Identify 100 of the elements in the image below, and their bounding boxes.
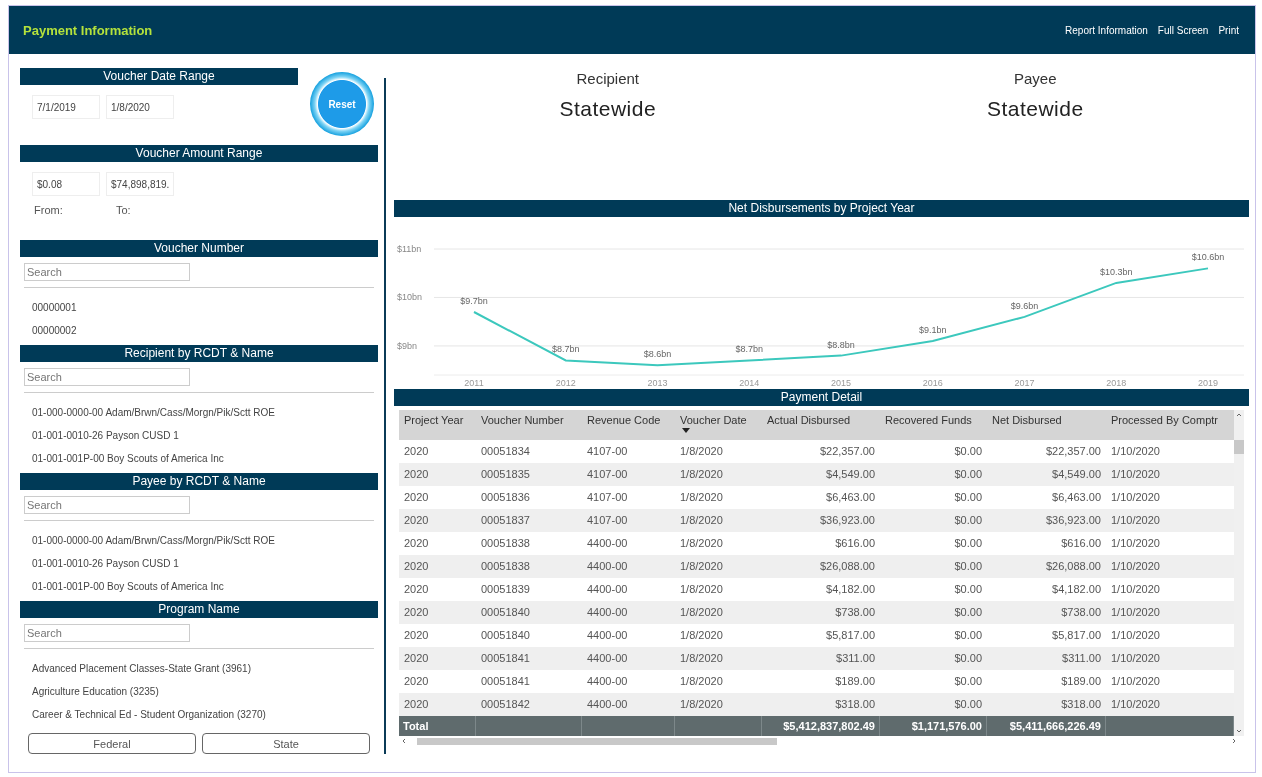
- table-cell-text: 1/8/2020: [679, 651, 724, 666]
- amount-field[interactable]: $0.08: [32, 172, 100, 196]
- list-item[interactable]: 01-001-0010-26 Payson CUSD 1: [32, 552, 378, 575]
- card-label: Payee: [1013, 70, 1057, 87]
- column-header[interactable]: Net Disbursed: [987, 410, 1106, 440]
- card-value: Statewide: [986, 97, 1084, 121]
- column-header[interactable]: Actual Disbursed: [762, 410, 880, 440]
- table-cell-text: $189.00: [834, 674, 876, 689]
- list-item[interactable]: 01-001-001P-00 Boy Scouts of America Inc: [32, 575, 378, 598]
- table-cell-text: 1/8/2020: [679, 674, 724, 689]
- column-header[interactable]: Recovered Funds: [880, 410, 987, 440]
- table-cell-text: 4400-00: [586, 559, 629, 574]
- table-cell-text: 1/8/2020: [679, 559, 724, 574]
- column-header[interactable]: Project Year: [399, 410, 476, 440]
- column-header[interactable]: Revenue Code: [582, 410, 675, 440]
- axis-label: 2016: [922, 378, 943, 388]
- table-cell-text: $311.00: [835, 651, 876, 666]
- table-cell-text: 1/10/2020: [1110, 444, 1161, 459]
- table-cell-text: 4400-00: [586, 536, 629, 551]
- data-label: $8.6bn: [643, 349, 672, 360]
- data-label: $10.3bn: [1100, 266, 1133, 277]
- table-cell-text: 00051838: [480, 536, 531, 551]
- table-cell-text: 1/10/2020: [1110, 697, 1161, 712]
- section-header: Payee by RCDT & Name: [20, 473, 378, 490]
- search-field[interactable]: Search: [24, 263, 190, 281]
- table-cell-text: $318.00: [1060, 697, 1102, 712]
- table-cell-text: 1/10/2020: [1110, 628, 1161, 643]
- table-cell-text: 4400-00: [586, 582, 629, 597]
- data-label: $8.7bn: [735, 344, 763, 355]
- table-cell-text: 00051841: [480, 674, 531, 689]
- section-header: Program Name: [20, 601, 378, 618]
- list-item[interactable]: 01-000-0000-00 Adam/Brwn/Cass/Morgn/Pik/Sctt ROE: [32, 401, 378, 424]
- table-cell-text: $0.00: [953, 490, 983, 505]
- column-header[interactable]: Voucher Date: [675, 410, 762, 440]
- data-label: $10.6bn: [1191, 252, 1225, 263]
- table-cell-text: 00051838: [480, 559, 531, 574]
- table-cell-text: $4,549.00: [1051, 467, 1102, 482]
- report-title: Payment Information: [23, 22, 153, 38]
- header-link[interactable]: Report Information: [1065, 24, 1148, 36]
- table-cell-text: $0.00: [953, 628, 983, 643]
- table-cell-text: 4400-00: [586, 697, 629, 712]
- list-item[interactable]: 00000002: [32, 319, 378, 342]
- list-item[interactable]: Advanced Placement Classes-State Grant (3961): [32, 657, 378, 680]
- data-label: $8.8bn: [827, 339, 855, 350]
- table-cell-text: $0.00: [953, 513, 983, 528]
- data-label: $9.7bn: [460, 296, 488, 306]
- card-label: Recipient: [576, 70, 639, 87]
- table-cell-text: 1/8/2020: [679, 490, 724, 505]
- table-cell-text: 4400-00: [586, 651, 629, 666]
- table-cell-text: $738.00: [1060, 605, 1102, 620]
- header-link[interactable]: Full Screen: [1157, 24, 1209, 36]
- date-field[interactable]: 1/8/2020: [106, 95, 174, 119]
- date-field[interactable]: 7/1/2019: [32, 95, 100, 119]
- table-cell-text: 2020: [403, 513, 430, 528]
- list-item[interactable]: 00000001: [32, 296, 378, 319]
- column-header[interactable]: Voucher Number: [476, 410, 582, 440]
- table-cell-text: $0.00: [953, 605, 983, 620]
- table-cell-text: $26,088.00: [818, 559, 876, 574]
- table-cell-text: 4400-00: [586, 628, 629, 643]
- chart-title: Net Disbursements by Project Year: [394, 200, 1249, 217]
- scrollbar-thumb[interactable]: [417, 737, 777, 745]
- table-cell-text: 2020: [403, 536, 430, 551]
- section-header: Voucher Amount Range: [20, 145, 378, 162]
- list-item[interactable]: Career & Technical Ed - Student Organization (3270): [32, 703, 378, 726]
- filter-button[interactable]: State: [202, 733, 370, 754]
- table-cell-text: $616.00: [1060, 536, 1102, 551]
- table-cell-text: 1/10/2020: [1110, 559, 1161, 574]
- table-cell-text: 1/8/2020: [679, 697, 724, 712]
- filter-button[interactable]: Federal: [28, 733, 196, 754]
- table-cell-text: 00051835: [480, 467, 531, 482]
- table-cell-text: 4400-00: [586, 674, 629, 689]
- table-cell-text: 1/8/2020: [679, 536, 724, 551]
- table-cell-text: 00051836: [480, 490, 531, 505]
- axis-label: 2014: [739, 378, 760, 388]
- table-cell-text: 4107-00: [586, 513, 629, 528]
- list-item[interactable]: 01-001-0010-26 Payson CUSD 1: [32, 424, 378, 447]
- vertical-scrollbar[interactable]: [1234, 410, 1244, 736]
- table-cell-text: 1/10/2020: [1110, 467, 1161, 482]
- table-cell-text: $26,088.00: [1044, 559, 1102, 574]
- table-cell-text: 1/8/2020: [679, 628, 724, 643]
- table-cell-text: 2020: [403, 559, 430, 574]
- total-cell: $5,411,666,226.49: [987, 716, 1106, 736]
- amount-field[interactable]: $74,898,819.: [106, 172, 174, 196]
- field-label: From:: [34, 204, 64, 216]
- scrollbar-thumb[interactable]: [1234, 440, 1244, 454]
- table-cell-text: 2020: [403, 628, 430, 643]
- header-link[interactable]: Print: [1218, 24, 1239, 36]
- list-item[interactable]: 01-001-001P-00 Boy Scouts of America Inc: [32, 447, 378, 470]
- column-header[interactable]: Processed By Comptr: [1106, 410, 1234, 440]
- table-cell-text: $311.00: [1061, 651, 1102, 666]
- search-field[interactable]: Search: [24, 368, 190, 386]
- table-cell-text: 4107-00: [586, 444, 629, 459]
- search-field[interactable]: Search: [24, 624, 190, 642]
- table-cell-text: $4,182.00: [1051, 582, 1102, 597]
- search-field[interactable]: Search: [24, 496, 190, 514]
- field-label: To:: [116, 204, 132, 216]
- list-item[interactable]: Agriculture Education (3235): [32, 680, 378, 703]
- list-item[interactable]: 01-000-0000-00 Adam/Brwn/Cass/Morgn/Pik/Sctt ROE: [32, 529, 378, 552]
- table-cell-text: $5,817.00: [825, 628, 876, 643]
- table-cell-text: $22,357.00: [818, 444, 876, 459]
